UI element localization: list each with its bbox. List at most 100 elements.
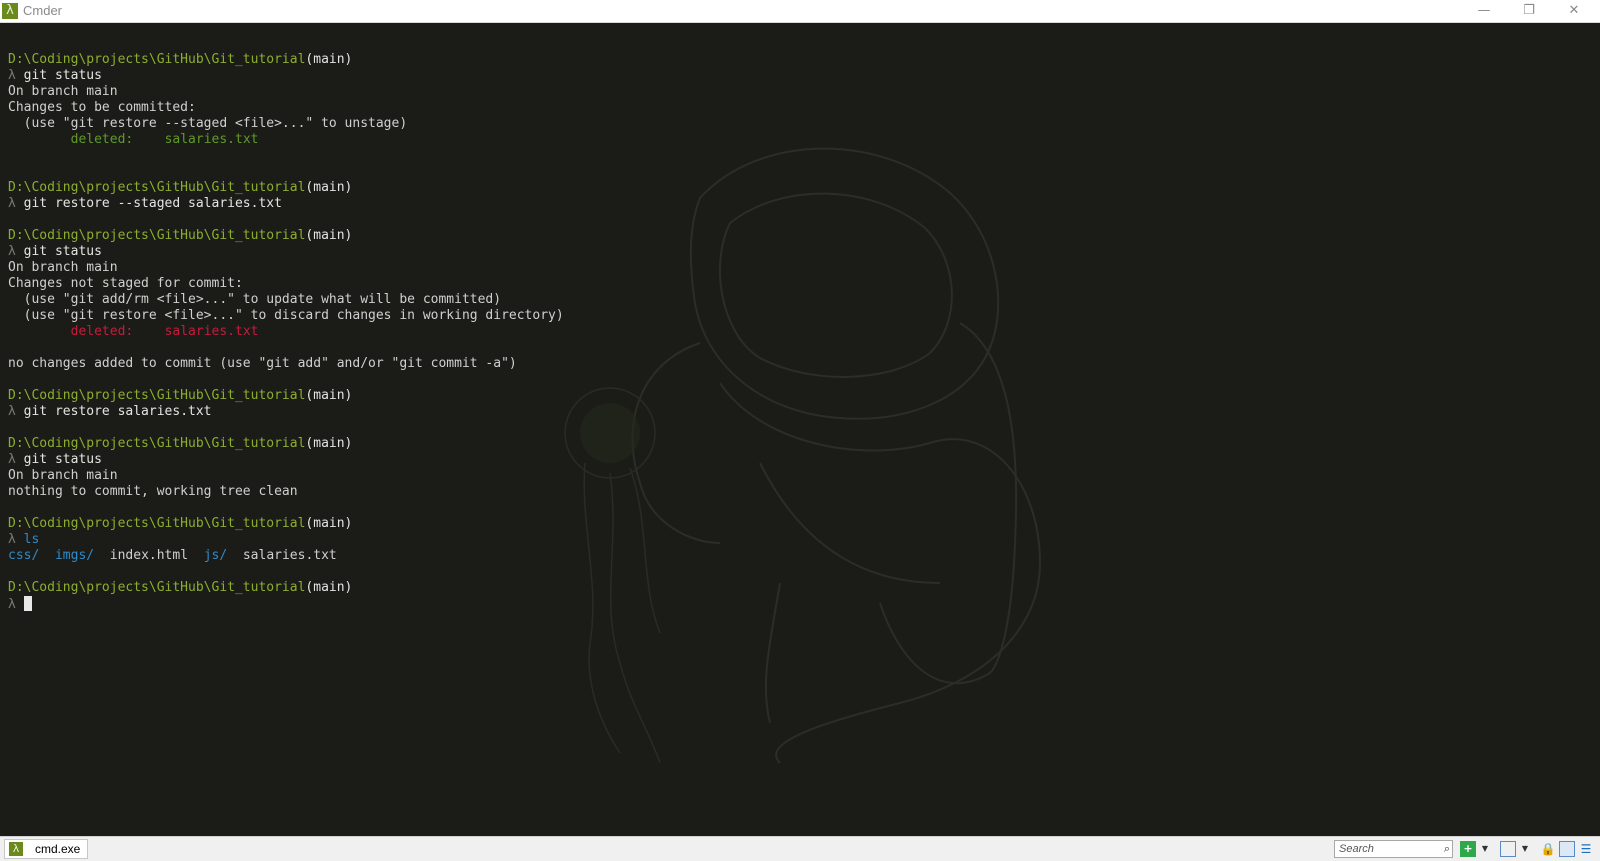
prompt-symbol: λ (8, 452, 16, 467)
prompt-symbol: λ (8, 532, 16, 547)
chevron-down-icon[interactable]: ▼ (1477, 841, 1493, 857)
file-status-line: deleted: salaries.txt (8, 132, 564, 148)
lambda-icon[interactable]: λ (2, 3, 18, 19)
directory-entry: imgs/ (54, 548, 95, 563)
cmder-window: λ Cmder — ❐ ✕ D:\Coding\projects\GitHub\… (0, 0, 1600, 861)
prompt-path: D:\Coding\projects\GitHub\Git_tutorial (8, 388, 306, 403)
prompt-path-line: D:\Coding\projects\GitHub\Git_tutorial(m… (8, 516, 564, 532)
git-branch: (main) (305, 388, 353, 403)
window-title: Cmder (23, 3, 63, 18)
search-icon[interactable]: ⌕ (1444, 841, 1450, 857)
console-tab[interactable]: λ cmd.exe (4, 839, 88, 859)
output-text: no changes added to commit (use "git add… (8, 356, 517, 371)
close-button[interactable]: ✕ (1552, 0, 1596, 22)
output-text: (use "git restore --staged <file>..." to… (8, 116, 408, 131)
layout-icon[interactable] (1559, 841, 1575, 857)
file-name: salaries.txt (164, 132, 259, 147)
output-line: On branch main (8, 260, 564, 276)
prompt-path: D:\Coding\projects\GitHub\Git_tutorial (8, 180, 306, 195)
active-prompt-line: λ (8, 596, 564, 612)
plus-icon[interactable]: + (1460, 841, 1476, 857)
output-text: On branch main (8, 84, 118, 99)
output-line: no changes added to commit (use "git add… (8, 356, 564, 372)
split-view-icon[interactable] (1500, 841, 1516, 857)
prompt-path-line: D:\Coding\projects\GitHub\Git_tutorial(m… (8, 52, 564, 68)
command-text: git status (23, 68, 102, 83)
output-text: (use "git add/rm <file>..." to update wh… (8, 292, 502, 307)
output-line: Changes to be committed: (8, 100, 564, 116)
output-line: (use "git restore --staged <file>..." to… (8, 116, 564, 132)
tab-label: cmd.exe (35, 842, 81, 856)
command-text: git restore salaries.txt (23, 404, 212, 419)
output-line: (use "git restore <file>..." to discard … (8, 308, 564, 324)
restore-button[interactable]: ❐ (1507, 0, 1551, 22)
prompt-path: D:\Coding\projects\GitHub\Git_tutorial (8, 228, 306, 243)
lock-icon[interactable]: 🔒 (1540, 841, 1556, 857)
status-bar: λ cmd.exe ⌕ + ▼ ▼ 🔒 ☰ (0, 836, 1600, 861)
output-text: On branch main (8, 468, 118, 483)
file-entry: index.html (109, 548, 189, 563)
console-area[interactable]: D:\Coding\projects\GitHub\Git_tutorial(m… (0, 23, 1600, 836)
git-branch: (main) (305, 436, 353, 451)
search-input[interactable] (1335, 841, 1443, 857)
prompt-symbol: λ (8, 597, 16, 612)
output-text: nothing to commit, working tree clean (8, 484, 298, 499)
git-branch: (main) (305, 52, 353, 67)
command-line: λ git restore salaries.txt (8, 404, 564, 420)
prompt-path-line: D:\Coding\projects\GitHub\Git_tutorial(m… (8, 388, 564, 404)
terminal-output[interactable]: D:\Coding\projects\GitHub\Git_tutorial(m… (8, 52, 564, 612)
output-line: Changes not staged for commit: (8, 276, 564, 292)
hamburger-menu-icon[interactable]: ☰ (1578, 841, 1594, 857)
git-branch: (main) (305, 228, 353, 243)
prompt-symbol: λ (8, 68, 16, 83)
file-entry: salaries.txt (242, 548, 337, 563)
git-branch: (main) (305, 516, 353, 531)
prompt-symbol: λ (8, 196, 16, 211)
prompt-path: D:\Coding\projects\GitHub\Git_tutorial (8, 580, 306, 595)
command-text: ls (23, 532, 40, 547)
prompt-path: D:\Coding\projects\GitHub\Git_tutorial (8, 516, 306, 531)
minimize-button[interactable]: — (1462, 0, 1506, 22)
command-text: git restore --staged salaries.txt (23, 196, 282, 211)
git-branch: (main) (305, 180, 353, 195)
file-status-label: deleted: (70, 324, 134, 339)
command-text: git status (23, 452, 102, 467)
prompt-symbol: λ (8, 244, 16, 259)
prompt-path-line: D:\Coding\projects\GitHub\Git_tutorial(m… (8, 580, 564, 596)
prompt-path-line: D:\Coding\projects\GitHub\Git_tutorial(m… (8, 228, 564, 244)
output-text: On branch main (8, 260, 118, 275)
prompt-path: D:\Coding\projects\GitHub\Git_tutorial (8, 52, 306, 67)
command-line: λ git status (8, 68, 564, 84)
command-line: λ ls (8, 532, 564, 548)
command-line: λ git restore --staged salaries.txt (8, 196, 564, 212)
ls-output-line: css/ imgs/ index.html js/ salaries.txt (8, 548, 564, 564)
file-status-label: deleted: (70, 132, 134, 147)
search-box[interactable]: ⌕ (1334, 840, 1453, 858)
prompt-path: D:\Coding\projects\GitHub\Git_tutorial (8, 436, 306, 451)
file-status-line: deleted: salaries.txt (8, 324, 564, 340)
title-bar[interactable]: λ Cmder — ❐ ✕ (0, 0, 1600, 23)
command-line: λ git status (8, 452, 564, 468)
output-line: On branch main (8, 84, 564, 100)
lambda-icon: λ (9, 842, 23, 856)
output-line: On branch main (8, 468, 564, 484)
git-branch: (main) (305, 580, 353, 595)
command-text: git status (23, 244, 102, 259)
output-line: nothing to commit, working tree clean (8, 484, 564, 500)
output-text: Changes to be committed: (8, 100, 196, 115)
prompt-path-line: D:\Coding\projects\GitHub\Git_tutorial(m… (8, 180, 564, 196)
prompt-path-line: D:\Coding\projects\GitHub\Git_tutorial(m… (8, 436, 564, 452)
file-name: salaries.txt (164, 324, 259, 339)
text-cursor (23, 596, 32, 611)
output-line: (use "git add/rm <file>..." to update wh… (8, 292, 564, 308)
chevron-down-icon[interactable]: ▼ (1517, 841, 1533, 857)
command-line: λ git status (8, 244, 564, 260)
